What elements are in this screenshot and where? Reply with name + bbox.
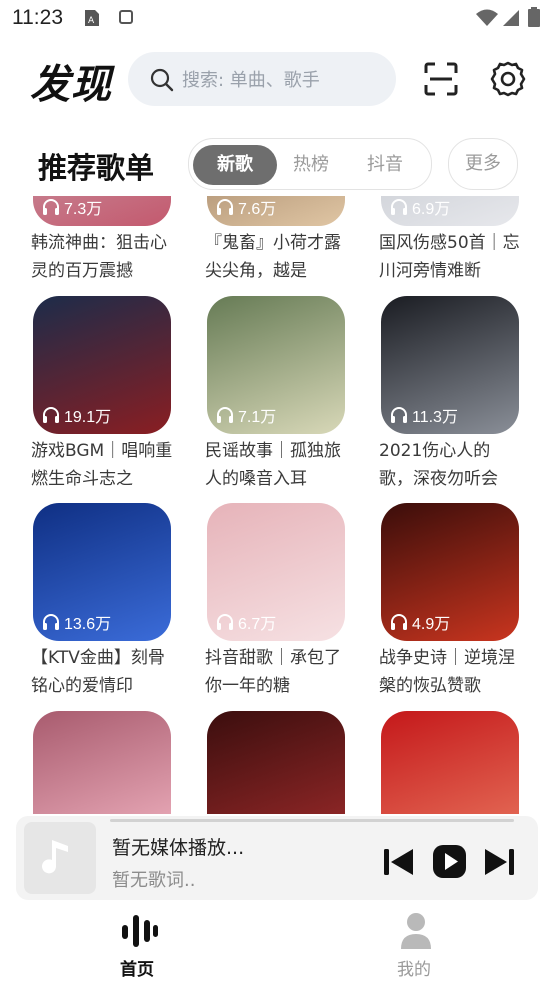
player-title: 暂无媒体播放... [112,837,245,859]
headphone-icon [217,407,233,423]
play-count: 11.3万 [412,409,458,426]
search-placeholder[interactable]: 搜索: 单曲、歌手 [182,66,320,92]
playlist-cover[interactable]: 19.1万 [33,296,171,434]
playlist-cover[interactable]: 7.6万 [207,196,345,226]
headphone-icon [217,614,233,630]
play-count-badge: 7.3万 [38,196,110,222]
settings-gear-icon[interactable] [490,61,526,97]
player-lyrics: 暂无歌词.. [112,870,196,891]
nav-mine[interactable]: 我的 [397,955,431,980]
more-button[interactable]: 更多 [448,138,518,190]
play-count: 19.1万 [64,409,112,426]
play-count: 7.6万 [238,201,277,218]
previous-icon[interactable] [384,848,414,876]
headphone-icon [217,199,233,215]
playlist-cover[interactable]: 4.9万 [381,503,519,641]
music-note-icon [42,840,68,874]
playlist-cover[interactable]: 6.9万 [381,196,519,226]
screenshot-icon [119,10,133,24]
headphone-icon [43,614,59,630]
playlist-title[interactable]: 民谣故事｜孤独旅人的嗓音入耳 [205,437,347,493]
tab-new-songs[interactable]: 新歌 [193,145,277,185]
playlist-title[interactable]: 【KTV金曲】刻骨铭心的爱情印 [31,644,173,700]
play-count: 6.7万 [238,616,277,633]
playlist-cover[interactable] [33,711,171,814]
playlist-cover[interactable]: 7.1万 [207,296,345,434]
tab-douyin[interactable]: 抖音 [354,145,416,185]
play-count: 4.9万 [412,616,451,633]
app-logo: 发现 [30,62,112,108]
search-icon [150,68,174,92]
play-count-badge: 7.1万 [212,400,284,430]
playlist-cover[interactable] [207,711,345,814]
playlist-cover[interactable]: 13.6万 [33,503,171,641]
play-count-badge: 11.3万 [386,400,466,430]
play-icon[interactable] [433,845,466,878]
sound-bars-icon[interactable] [120,913,158,949]
play-count: 6.9万 [412,201,451,218]
play-count: 13.6万 [64,616,112,633]
headphone-icon [43,199,59,215]
headphone-icon [391,614,407,630]
play-count: 7.1万 [238,409,277,426]
playlist-title[interactable]: 战争史诗｜逆境涅槃的恢弘赞歌 [379,644,521,700]
next-icon[interactable] [484,848,514,876]
user-icon[interactable] [399,912,433,950]
playlist-cover[interactable]: 11.3万 [381,296,519,434]
play-count-badge: 7.6万 [212,196,284,222]
playlist-title[interactable]: 抖音甜歌｜承包了你一年的糖 [205,644,347,700]
play-count-badge: 4.9万 [386,607,458,637]
playlist-grid: 7.3万韩流神曲：狙击心灵的百万震撼 7.6万『鬼畜』小荷才露尖尖角，越是 6.9万… [0,196,554,814]
play-count-badge: 19.1万 [38,400,119,430]
playlist-title[interactable]: 国风伤感50首｜忘川河旁情难断 [379,229,521,285]
headphone-icon [391,407,407,423]
sim-card-icon: A [85,10,99,26]
playlist-title[interactable]: 『鬼畜』小荷才露尖尖角，越是 [205,229,347,285]
playlist-title[interactable]: 韩流神曲：狙击心灵的百万震撼 [31,229,173,285]
battery-icon [528,7,540,27]
svg-text:A: A [88,16,95,26]
play-count: 7.3万 [64,201,103,218]
playlist-cover[interactable]: 7.3万 [33,196,171,226]
progress-bar[interactable] [110,819,514,822]
status-time: 11:23 [12,6,63,29]
play-count-badge: 6.9万 [386,196,458,222]
scan-icon[interactable] [424,62,458,96]
playlist-cover[interactable] [381,711,519,814]
headphone-icon [43,407,59,423]
headphone-icon [391,199,407,215]
playlist-title[interactable]: 2021伤心人的歌，深夜勿听会 [379,437,521,493]
playlist-cover[interactable]: 6.7万 [207,503,345,641]
nav-home[interactable]: 首页 [120,955,154,980]
section-title: 推荐歌单 [38,151,155,185]
wifi-icon [476,9,498,26]
play-count-badge: 6.7万 [212,607,284,637]
tab-hot-chart[interactable]: 热榜 [280,145,342,185]
playlist-title[interactable]: 游戏BGM｜唱响重燃生命斗志之 [31,437,173,493]
play-count-badge: 13.6万 [38,607,119,637]
signal-icon [503,10,519,26]
